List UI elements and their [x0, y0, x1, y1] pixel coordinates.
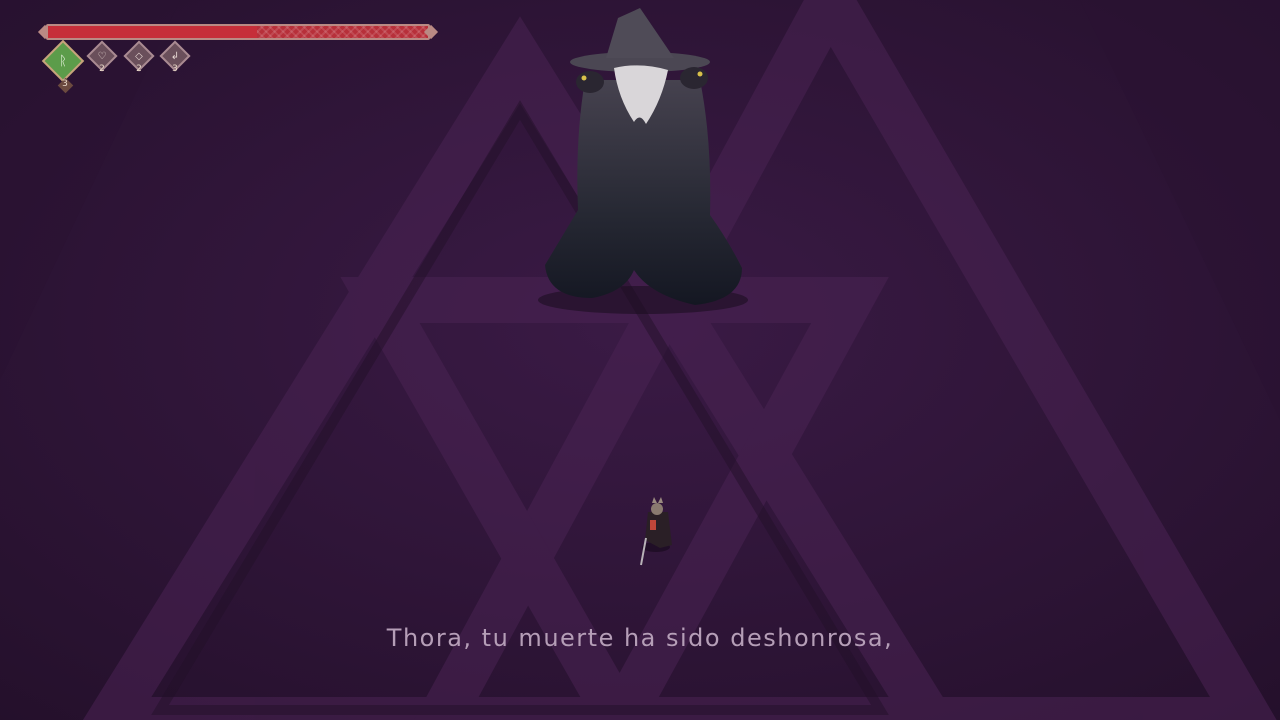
heart-icon: ♡	[97, 50, 107, 62]
arrow-icon: ↲	[170, 50, 180, 62]
ability-count-primary: 3	[62, 79, 68, 89]
rune-icon: ᚱ	[59, 53, 67, 69]
dialogue-subtitle: Thora, tu muerte ha sido deshonrosa,	[386, 624, 894, 652]
health-bar-fill	[48, 26, 257, 38]
ability-count-4: 3	[172, 64, 178, 74]
ability-count-2: 2	[99, 64, 105, 74]
health-bar	[46, 24, 430, 40]
hud: ᚱ 3 ♡ 2 ◇ 2 ↲ 3	[37, 20, 439, 100]
health-bar-pattern	[257, 26, 428, 38]
game-scene	[0, 0, 1280, 720]
ability-slot-primary: ᚱ	[41, 39, 85, 83]
shield-icon: ◇	[135, 50, 143, 62]
ability-count-3: 2	[136, 64, 142, 74]
